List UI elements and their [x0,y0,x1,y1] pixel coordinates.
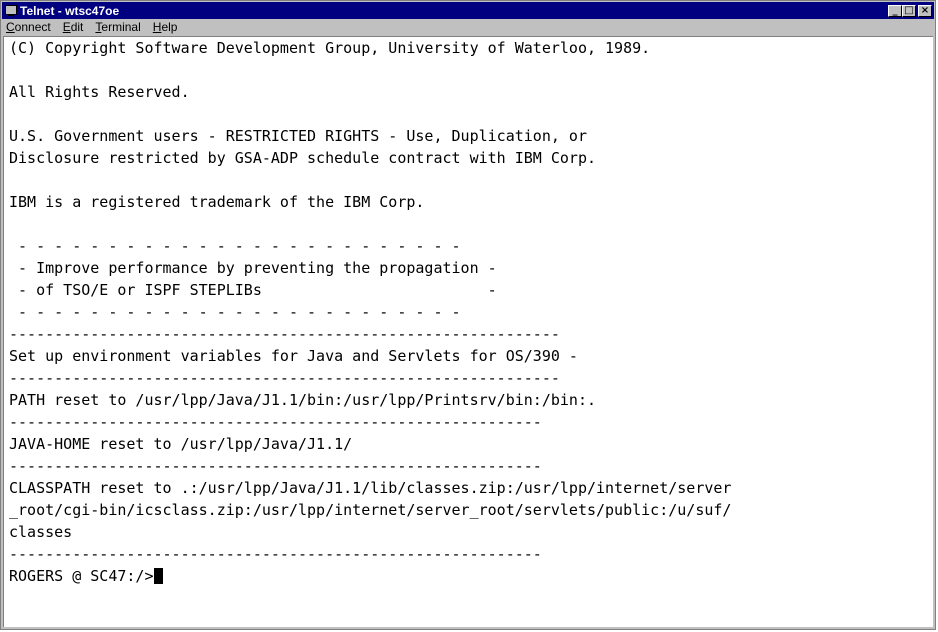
terminal-line: ----------------------------------------… [9,457,542,475]
terminal-line: PATH reset to /usr/lpp/Java/J1.1/bin:/us… [9,391,596,409]
terminal-line: ----------------------------------------… [9,545,542,563]
terminal-line: classes [9,523,73,541]
terminal-line: - Improve performance by preventing the … [9,259,497,277]
terminal-line: Set up environment variables for Java an… [9,347,578,365]
window-controls: _ □ × [888,4,932,17]
terminal-line: (C) Copyright Software Development Group… [9,39,651,57]
telnet-window: Telnet - wtsc47oe _ □ × Connect Edit Ter… [0,0,936,630]
menu-terminal[interactable]: Terminal [89,19,146,36]
window-title: Telnet - wtsc47oe [20,3,120,18]
menu-bar: Connect Edit Terminal Help [2,19,934,36]
terminal-line: ----------------------------------------… [9,413,542,431]
close-button[interactable]: × [918,4,932,17]
terminal-line: Disclosure restricted by GSA-ADP schedul… [9,149,596,167]
terminal-line: CLASSPATH reset to .:/usr/lpp/Java/J1.1/… [9,479,732,497]
menu-edit[interactable]: Edit [57,19,90,36]
menu-help[interactable]: Help [147,19,184,36]
terminal-line: ----------------------------------------… [9,325,560,343]
maximize-button[interactable]: □ [902,4,916,17]
menu-connect[interactable]: Connect [2,19,57,36]
terminal-output: (C) Copyright Software Development Group… [4,37,933,587]
terminal-line: All Rights Reserved. [9,83,190,101]
terminal-line: - of TSO/E or ISPF STEPLIBs - [9,281,497,299]
terminal-screen[interactable]: (C) Copyright Software Development Group… [3,36,933,627]
terminal-line: _root/cgi-bin/icsclass.zip:/usr/lpp/inte… [9,501,732,519]
telnet-app-icon[interactable] [5,4,17,17]
terminal-line: - - - - - - - - - - - - - - - - - - - - … [9,303,461,321]
title-bar[interactable]: Telnet - wtsc47oe _ □ × [2,2,934,19]
text-cursor [153,568,163,584]
terminal-line: JAVA-HOME reset to /usr/lpp/Java/J1.1/ [9,435,353,453]
terminal-line: U.S. Government users - RESTRICTED RIGHT… [9,127,587,145]
minimize-button[interactable]: _ [888,4,902,17]
terminal-line: IBM is a registered trademark of the IBM… [9,193,425,211]
terminal-line: - - - - - - - - - - - - - - - - - - - - … [9,237,461,255]
terminal-line: ----------------------------------------… [9,369,560,387]
command-prompt: ROGERS @ SC47:/> [9,567,154,585]
